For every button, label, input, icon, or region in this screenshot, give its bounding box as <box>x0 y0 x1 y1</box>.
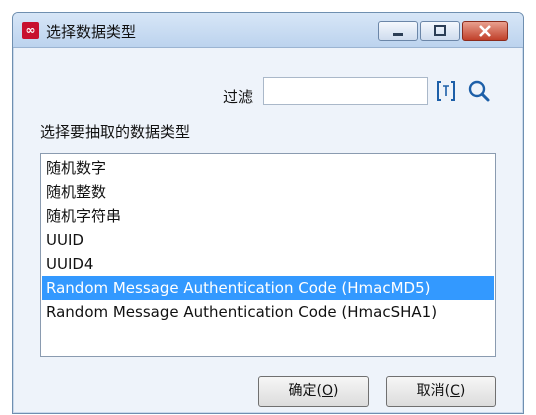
data-type-listbox[interactable]: 随机数字 随机整数 随机字符串 UUID UUID4 Random Messag… <box>40 153 496 357</box>
cancel-button-label: 取消( <box>416 383 451 399</box>
list-item[interactable]: 随机数字 <box>42 156 494 180</box>
ok-button-label: 确定( <box>288 383 322 399</box>
maximize-button[interactable] <box>420 21 460 41</box>
regex-icon[interactable] <box>435 79 457 103</box>
minimize-icon <box>393 33 403 36</box>
filter-label: 过滤 <box>223 88 254 106</box>
list-item[interactable]: 随机整数 <box>42 180 494 204</box>
list-item[interactable]: 随机字符串 <box>42 204 494 228</box>
cancel-button[interactable]: 取消(C) <box>386 376 496 407</box>
list-item[interactable]: UUID4 <box>42 252 494 276</box>
list-item[interactable]: UUID <box>42 228 494 252</box>
list-item[interactable]: Random Message Authentication Code (Hmac… <box>42 300 494 324</box>
app-logo-icon: ∞ <box>22 22 39 39</box>
minimize-button[interactable] <box>378 21 418 41</box>
list-item-selected[interactable]: Random Message Authentication Code (Hmac… <box>42 276 494 300</box>
maximize-icon <box>434 25 446 36</box>
ok-button[interactable]: 确定(O) <box>258 376 369 407</box>
ok-button-key: O <box>321 383 334 399</box>
dialog-window: ∞ 选择数据类型 过滤 选择要抽取的数据类型 随机数字 随机整数 随机字符串 U… <box>12 12 524 414</box>
cancel-button-key: C <box>450 383 460 399</box>
close-button[interactable] <box>462 21 508 41</box>
title-bar[interactable]: ∞ 选择数据类型 <box>13 13 523 48</box>
list-label: 选择要抽取的数据类型 <box>40 123 191 141</box>
ok-button-suffix: ) <box>333 383 339 399</box>
search-icon[interactable] <box>466 79 492 103</box>
filter-input[interactable] <box>263 77 428 105</box>
window-title: 选择数据类型 <box>46 23 137 41</box>
close-icon <box>479 25 491 37</box>
cancel-button-suffix: ) <box>459 383 466 399</box>
